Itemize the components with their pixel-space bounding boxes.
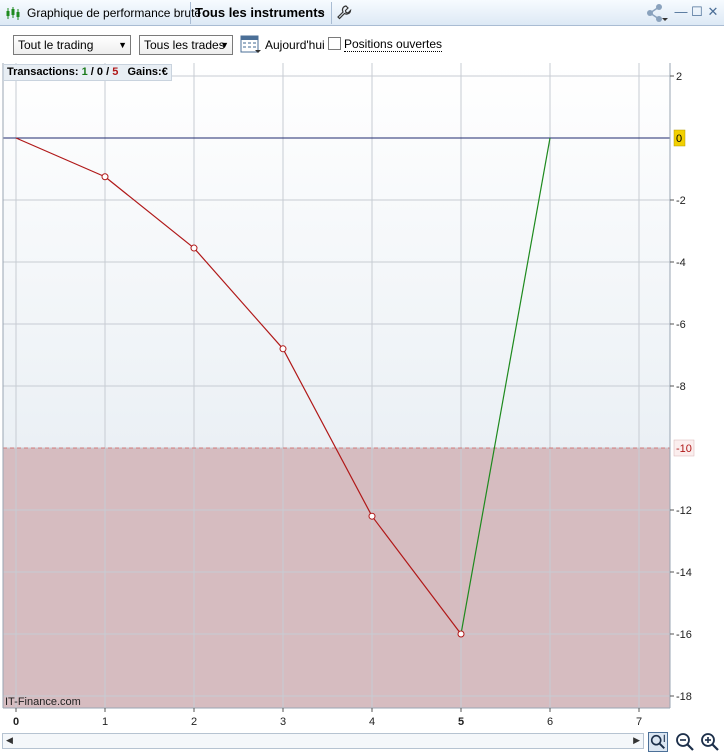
x-tick-label: 0 (13, 716, 19, 728)
transactions-label: Transactions: (7, 66, 79, 78)
window-title: Graphique de performance brute (27, 6, 202, 20)
zoom-in-icon[interactable] (700, 732, 720, 752)
title-separator (331, 2, 332, 24)
data-point[interactable] (279, 345, 287, 353)
y-tick-label: -4 (676, 257, 686, 269)
y-tick-label: -18 (676, 691, 692, 703)
close-icon[interactable]: ✕ (706, 4, 720, 20)
y-tick-label: -14 (676, 567, 692, 579)
title-bar: Graphique de performance brute Tous les … (0, 0, 724, 26)
x-tick-label: 7 (636, 716, 642, 728)
watermark: IT-Finance.com (5, 696, 81, 708)
y-tick-label: -6 (676, 319, 686, 331)
threshold-label: -10 (676, 443, 692, 455)
trades-select[interactable]: Tous les trades ▼ (139, 35, 233, 55)
x-tick-label: 2 (191, 716, 197, 728)
period-select-value: Tout le trading (18, 38, 94, 52)
trades-select-value: Tous les trades (144, 38, 225, 52)
auto-zoom-icon[interactable] (648, 732, 668, 752)
y-tick-label: -12 (676, 505, 692, 517)
y-tick-label: -16 (676, 629, 692, 641)
chart-icon (6, 7, 20, 20)
toolbar: Tout le trading ▼ Tous les trades ▼ Aujo… (0, 26, 724, 62)
chevron-down-icon: ▼ (118, 40, 127, 50)
scroll-left-icon[interactable]: ◀ (6, 735, 13, 746)
y-tick-label: 2 (676, 71, 682, 83)
loss-count: 5 (112, 66, 119, 78)
chevron-down-icon: ▼ (220, 40, 229, 50)
title-separator (190, 2, 191, 24)
data-point[interactable] (101, 173, 109, 181)
instrument-selector[interactable]: Tous les instruments (195, 5, 325, 20)
gains-currency: € (161, 66, 168, 78)
maximize-icon[interactable]: ☐ (690, 4, 704, 20)
danger-zone (3, 448, 670, 708)
x-tick-label: 4 (369, 716, 375, 728)
open-positions-checkbox[interactable] (328, 37, 341, 50)
x-tick-label: 5 (458, 716, 464, 728)
x-tick-label: 6 (547, 716, 553, 728)
wrench-icon[interactable] (336, 4, 352, 20)
gains-label: Gains: (127, 66, 162, 78)
share-icon[interactable] (646, 4, 668, 22)
today-button[interactable]: Aujourd'hui (265, 38, 325, 52)
period-select[interactable]: Tout le trading ▼ (13, 35, 131, 55)
zero-marker-label: 0 (676, 133, 682, 145)
chart-area[interactable]: 2 -2 -4 -6 -8 -12 -14 -16 -18 0 -10 0 1 2 3 4 5 6 7 (0, 63, 724, 731)
minimize-icon[interactable]: — (674, 4, 688, 20)
calendar-icon[interactable] (240, 33, 261, 54)
transactions-summary: Transactions: 1 / 0 / 5 Gains:€ (3, 64, 172, 81)
x-tick-label: 1 (102, 716, 108, 728)
horizontal-scrollbar[interactable]: ◀ ▶ (2, 733, 644, 749)
zoom-out-icon[interactable] (675, 732, 695, 752)
y-tick-label: -2 (676, 195, 686, 207)
y-tick-label: -8 (676, 381, 686, 393)
chevron-down-icon[interactable]: ⌄ (318, 6, 326, 17)
x-tick-label: 3 (280, 716, 286, 728)
data-point[interactable] (457, 630, 465, 638)
open-positions-label[interactable]: Positions ouvertes (344, 38, 443, 52)
data-point[interactable] (368, 512, 376, 520)
scroll-right-icon[interactable]: ▶ (633, 735, 640, 746)
performance-chart[interactable]: 2 -2 -4 -6 -8 -12 -14 -16 -18 0 -10 0 1 2 3 4 5 6 7 (0, 63, 724, 731)
data-point[interactable] (190, 244, 198, 252)
